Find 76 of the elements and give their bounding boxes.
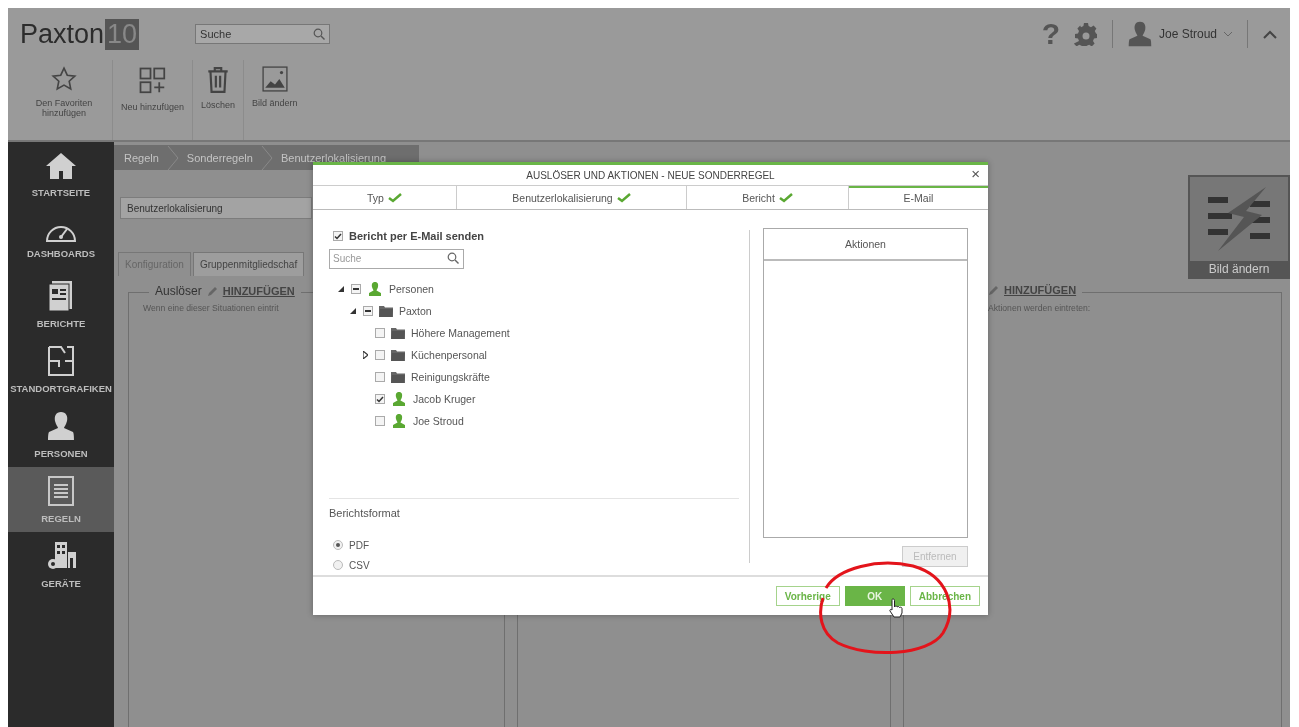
report-icon bbox=[48, 280, 74, 312]
tree-item-label[interactable]: Reinigungskräfte bbox=[411, 371, 490, 383]
rule-name-field[interactable]: Benutzerlokalisierung bbox=[120, 197, 312, 219]
person-icon bbox=[46, 410, 76, 442]
breadcrumb-link[interactable]: Regeln bbox=[124, 151, 159, 164]
person-icon bbox=[391, 391, 407, 407]
check-icon bbox=[778, 192, 793, 203]
expanded-arrow-icon[interactable] bbox=[338, 286, 344, 292]
nav-item[interactable]: REGELN bbox=[8, 467, 114, 532]
checkbox[interactable] bbox=[375, 372, 385, 382]
change-image-button[interactable]: Bild ändern bbox=[244, 60, 306, 140]
breadcrumb-link[interactable]: Benutzerlokalisierung bbox=[280, 151, 387, 164]
panel-title: Auslöser bbox=[155, 284, 202, 298]
tree-item-label[interactable]: Küchenpersonal bbox=[411, 349, 487, 361]
change-image-button[interactable]: Bild ändern bbox=[1190, 261, 1288, 277]
floorplan-icon bbox=[47, 345, 75, 377]
house-icon bbox=[44, 151, 78, 181]
tree-item-label[interactable]: Jacob Kruger bbox=[413, 393, 476, 405]
radio-label: PDF bbox=[349, 539, 369, 551]
help-button[interactable]: ? bbox=[1041, 17, 1060, 51]
close-button[interactable]: × bbox=[971, 166, 980, 182]
folder-icon bbox=[391, 327, 405, 339]
search-icon bbox=[447, 252, 459, 264]
list-icon bbox=[47, 475, 75, 507]
chevron-right-icon bbox=[260, 145, 273, 170]
building-gear-icon bbox=[45, 540, 77, 572]
dialog-title: AUSLÖSER UND AKTIONEN - NEUE SONDERREGEL bbox=[526, 169, 775, 181]
checkbox[interactable] bbox=[375, 328, 385, 338]
tick-icon bbox=[376, 395, 384, 403]
tree-item-label[interactable]: Paxton bbox=[399, 305, 432, 317]
check-icon bbox=[616, 192, 631, 203]
tick-icon bbox=[334, 232, 342, 240]
checkbox[interactable] bbox=[375, 350, 385, 360]
check-icon bbox=[387, 192, 402, 203]
add-new-button[interactable]: Neu hinzufügen bbox=[113, 60, 194, 140]
chevron-down-icon bbox=[1223, 31, 1233, 37]
wizard-tab[interactable]: E-Mail bbox=[848, 186, 988, 209]
radio-label: CSV bbox=[349, 559, 370, 571]
person-icon bbox=[391, 413, 407, 429]
tree-item-label[interactable]: Höhere Management bbox=[411, 327, 510, 339]
grid-plus-icon bbox=[137, 66, 168, 96]
breadcrumb-link[interactable]: Sonderregeln bbox=[186, 151, 253, 164]
radio-button[interactable] bbox=[333, 540, 343, 550]
search-icon bbox=[313, 28, 326, 40]
section-title: Berichtsformat bbox=[329, 507, 401, 519]
star-icon bbox=[51, 66, 77, 92]
search-field[interactable]: Suche bbox=[329, 248, 464, 269]
radio-button[interactable] bbox=[333, 560, 343, 570]
logo-text: Paxton bbox=[20, 18, 105, 50]
favorite-button[interactable]: Den Favoriten hinzufügen bbox=[16, 60, 113, 140]
person-icon bbox=[367, 281, 383, 297]
image-icon bbox=[261, 66, 288, 92]
user-menu[interactable]: Joe Stroud bbox=[1126, 20, 1233, 48]
folder-icon bbox=[391, 349, 405, 361]
delete-button[interactable]: Löschen bbox=[193, 60, 245, 140]
tree-item-label[interactable]: Joe Stroud bbox=[413, 415, 464, 427]
pencil-icon bbox=[206, 285, 218, 297]
checkbox[interactable] bbox=[351, 284, 361, 294]
add-link[interactable]: HINZUFÜGEN bbox=[222, 285, 295, 297]
checkbox[interactable] bbox=[363, 306, 373, 316]
checkbox[interactable] bbox=[333, 231, 343, 241]
folder-icon bbox=[391, 371, 405, 383]
collapse-caret-icon[interactable] bbox=[1262, 29, 1278, 39]
user-icon bbox=[1126, 20, 1153, 48]
settings-icon[interactable] bbox=[1073, 22, 1098, 46]
checkbox[interactable] bbox=[375, 394, 385, 404]
search-field[interactable]: Suche bbox=[195, 24, 331, 44]
collapsed-arrow-icon[interactable] bbox=[362, 351, 368, 359]
list-header: Aktionen bbox=[764, 229, 967, 261]
expanded-arrow-icon[interactable] bbox=[350, 308, 356, 314]
tab[interactable]: Gruppenmitgliedschaf bbox=[192, 252, 305, 276]
tree-item-label[interactable]: Personen bbox=[389, 283, 434, 295]
checkbox-label: Bericht per E-Mail senden bbox=[349, 230, 485, 242]
checkbox[interactable] bbox=[375, 416, 385, 426]
chevron-right-icon bbox=[166, 145, 179, 170]
folder-icon bbox=[379, 305, 393, 317]
